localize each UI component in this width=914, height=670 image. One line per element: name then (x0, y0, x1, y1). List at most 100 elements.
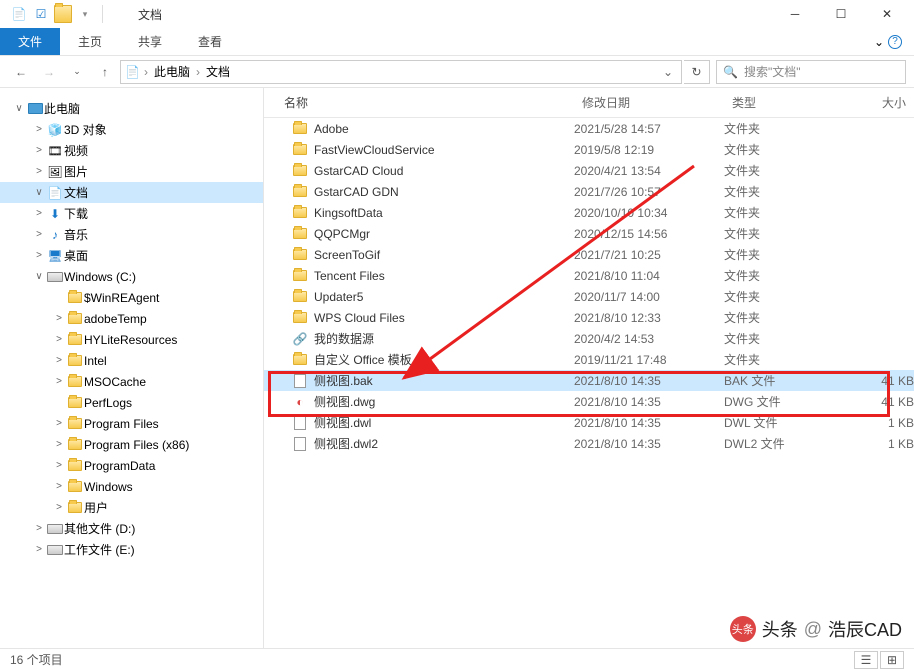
tree-expand-icon[interactable]: > (32, 229, 46, 240)
file-row[interactable]: QQPCMgr 2020/12/15 14:56 文件夹 (264, 223, 914, 244)
col-type[interactable]: 类型 (724, 94, 844, 111)
tree-item-icon: 🧊 (46, 123, 64, 137)
search-input[interactable]: 🔍 搜索"文档" (716, 60, 906, 84)
navigation-tree[interactable]: ∨ 此电脑> 🧊 3D 对象> 🎞 视频> 🖼 图片∨ 📄 文档> ⬇ 下载> … (0, 88, 264, 648)
file-date: 2020/4/2 14:53 (574, 332, 724, 346)
tab-share[interactable]: 共享 (120, 28, 180, 55)
tree-item[interactable]: PerfLogs (0, 392, 263, 413)
tree-expand-icon[interactable]: > (32, 544, 46, 555)
tree-expand-icon[interactable]: > (52, 460, 66, 471)
tree-item[interactable]: > ⬇ 下载 (0, 203, 263, 224)
view-details-button[interactable]: ☰ (854, 651, 878, 669)
tree-item[interactable]: > 工作文件 (E:) (0, 539, 263, 560)
tree-item[interactable]: ∨ Windows (C:) (0, 266, 263, 287)
tree-item[interactable]: > 🎞 视频 (0, 140, 263, 161)
file-row[interactable]: GstarCAD GDN 2021/7/26 10:57 文件夹 (264, 181, 914, 202)
tree-item[interactable]: > adobeTemp (0, 308, 263, 329)
tab-home[interactable]: 主页 (60, 28, 120, 55)
tree-item[interactable]: > ProgramData (0, 455, 263, 476)
qat-properties-icon[interactable]: 📄 (10, 5, 28, 23)
back-button[interactable]: ← (8, 59, 34, 85)
tree-expand-icon[interactable]: > (52, 313, 66, 324)
tab-file[interactable]: 文件 (0, 28, 60, 55)
maximize-button[interactable]: ☐ (818, 0, 864, 28)
tree-item-icon (66, 502, 84, 513)
file-row[interactable]: 侧视图.bak 2021/8/10 14:35 BAK 文件 41 KB (264, 370, 914, 391)
tree-item-label: Windows (C:) (64, 270, 136, 284)
col-date[interactable]: 修改日期 (574, 94, 724, 111)
ribbon-collapse-icon[interactable]: ⌄ (874, 35, 884, 49)
file-row[interactable]: 自定义 Office 模板 2019/11/21 17:48 文件夹 (264, 349, 914, 370)
tree-item[interactable]: ∨ 📄 文档 (0, 182, 263, 203)
tree-item[interactable]: > Intel (0, 350, 263, 371)
tree-item[interactable]: $WinREAgent (0, 287, 263, 308)
tree-expand-icon[interactable]: > (32, 208, 46, 219)
tree-expand-icon[interactable]: > (52, 502, 66, 513)
file-name: 侧视图.dwg (314, 393, 375, 410)
file-row[interactable]: 侧视图.dwl 2021/8/10 14:35 DWL 文件 1 KB (264, 412, 914, 433)
tree-expand-icon[interactable]: ∨ (12, 103, 26, 114)
minimize-button[interactable]: ─ (772, 0, 818, 28)
ribbon-help[interactable]: ⌄ ? (862, 28, 914, 55)
tree-item[interactable]: > ♪ 音乐 (0, 224, 263, 245)
file-row[interactable]: Updater5 2020/11/7 14:00 文件夹 (264, 286, 914, 307)
tree-item[interactable]: > MSOCache (0, 371, 263, 392)
forward-button[interactable]: → (36, 59, 62, 85)
tree-item-icon (66, 397, 84, 408)
tree-expand-icon[interactable]: ∨ (32, 271, 46, 282)
tree-item[interactable]: > 其他文件 (D:) (0, 518, 263, 539)
qat-folder-icon[interactable] (54, 5, 72, 23)
qat-dropdown-icon[interactable]: ▾ (76, 5, 94, 23)
file-row[interactable]: KingsoftData 2020/10/10 10:34 文件夹 (264, 202, 914, 223)
file-date: 2021/7/21 10:25 (574, 248, 724, 262)
history-dropdown[interactable]: ⌄ (64, 59, 90, 85)
file-row[interactable]: ScreenToGif 2021/7/21 10:25 文件夹 (264, 244, 914, 265)
addr-dropdown-icon[interactable]: ⌄ (659, 65, 677, 79)
tree-expand-icon[interactable]: > (52, 334, 66, 345)
file-row[interactable]: FastViewCloudService 2019/5/8 12:19 文件夹 (264, 139, 914, 160)
tree-expand-icon[interactable]: ∨ (32, 187, 46, 198)
tree-item[interactable]: > HYLiteResources (0, 329, 263, 350)
help-icon[interactable]: ? (888, 35, 902, 49)
file-row[interactable]: Adobe 2021/5/28 14:57 文件夹 (264, 118, 914, 139)
close-button[interactable]: ✕ (864, 0, 910, 28)
breadcrumb-documents[interactable]: 文档 (204, 63, 232, 80)
tree-expand-icon[interactable]: > (52, 376, 66, 387)
tree-expand-icon[interactable]: > (52, 481, 66, 492)
file-row[interactable]: 🔗 我的数据源 2020/4/2 14:53 文件夹 (264, 328, 914, 349)
tree-expand-icon[interactable]: > (52, 418, 66, 429)
file-row[interactable]: WPS Cloud Files 2021/8/10 12:33 文件夹 (264, 307, 914, 328)
view-icons-button[interactable]: ⊞ (880, 651, 904, 669)
address-bar[interactable]: 📄 › 此电脑 › 文档 ⌄ (120, 60, 682, 84)
file-row[interactable]: GstarCAD Cloud 2020/4/21 13:54 文件夹 (264, 160, 914, 181)
tree-item[interactable]: ∨ 此电脑 (0, 98, 263, 119)
tree-item[interactable]: > Program Files (x86) (0, 434, 263, 455)
tab-view[interactable]: 查看 (180, 28, 240, 55)
breadcrumb-this-pc[interactable]: 此电脑 (152, 63, 192, 80)
tree-item-label: 文档 (64, 184, 88, 201)
tree-expand-icon[interactable]: > (32, 145, 46, 156)
tree-item-label: MSOCache (84, 375, 146, 389)
tree-expand-icon[interactable]: > (32, 523, 46, 534)
tree-item[interactable]: > Program Files (0, 413, 263, 434)
tree-expand-icon[interactable]: > (52, 439, 66, 450)
tree-expand-icon[interactable]: > (32, 124, 46, 135)
refresh-button[interactable]: ↻ (684, 60, 710, 84)
tree-item[interactable]: > 🖼 图片 (0, 161, 263, 182)
tree-item[interactable]: > 🖥 桌面 (0, 245, 263, 266)
tree-expand-icon[interactable]: > (32, 166, 46, 177)
tree-item-label: PerfLogs (84, 396, 132, 410)
tree-expand-icon[interactable]: > (32, 250, 46, 261)
tree-expand-icon[interactable]: > (52, 355, 66, 366)
tree-item[interactable]: > Windows (0, 476, 263, 497)
tree-item[interactable]: > 用户 (0, 497, 263, 518)
qat-check-icon[interactable]: ☑ (32, 5, 50, 23)
file-row[interactable]: ◐ 侧视图.dwg 2021/8/10 14:35 DWG 文件 41 KB (264, 391, 914, 412)
up-button[interactable]: ↑ (92, 59, 118, 85)
col-name[interactable]: 名称 (264, 94, 574, 111)
file-row[interactable]: 侧视图.dwl2 2021/8/10 14:35 DWL2 文件 1 KB (264, 433, 914, 454)
col-size[interactable]: 大小 (844, 94, 914, 111)
tree-item[interactable]: > 🧊 3D 对象 (0, 119, 263, 140)
file-row[interactable]: Tencent Files 2021/8/10 11:04 文件夹 (264, 265, 914, 286)
tree-item-icon (46, 545, 64, 555)
